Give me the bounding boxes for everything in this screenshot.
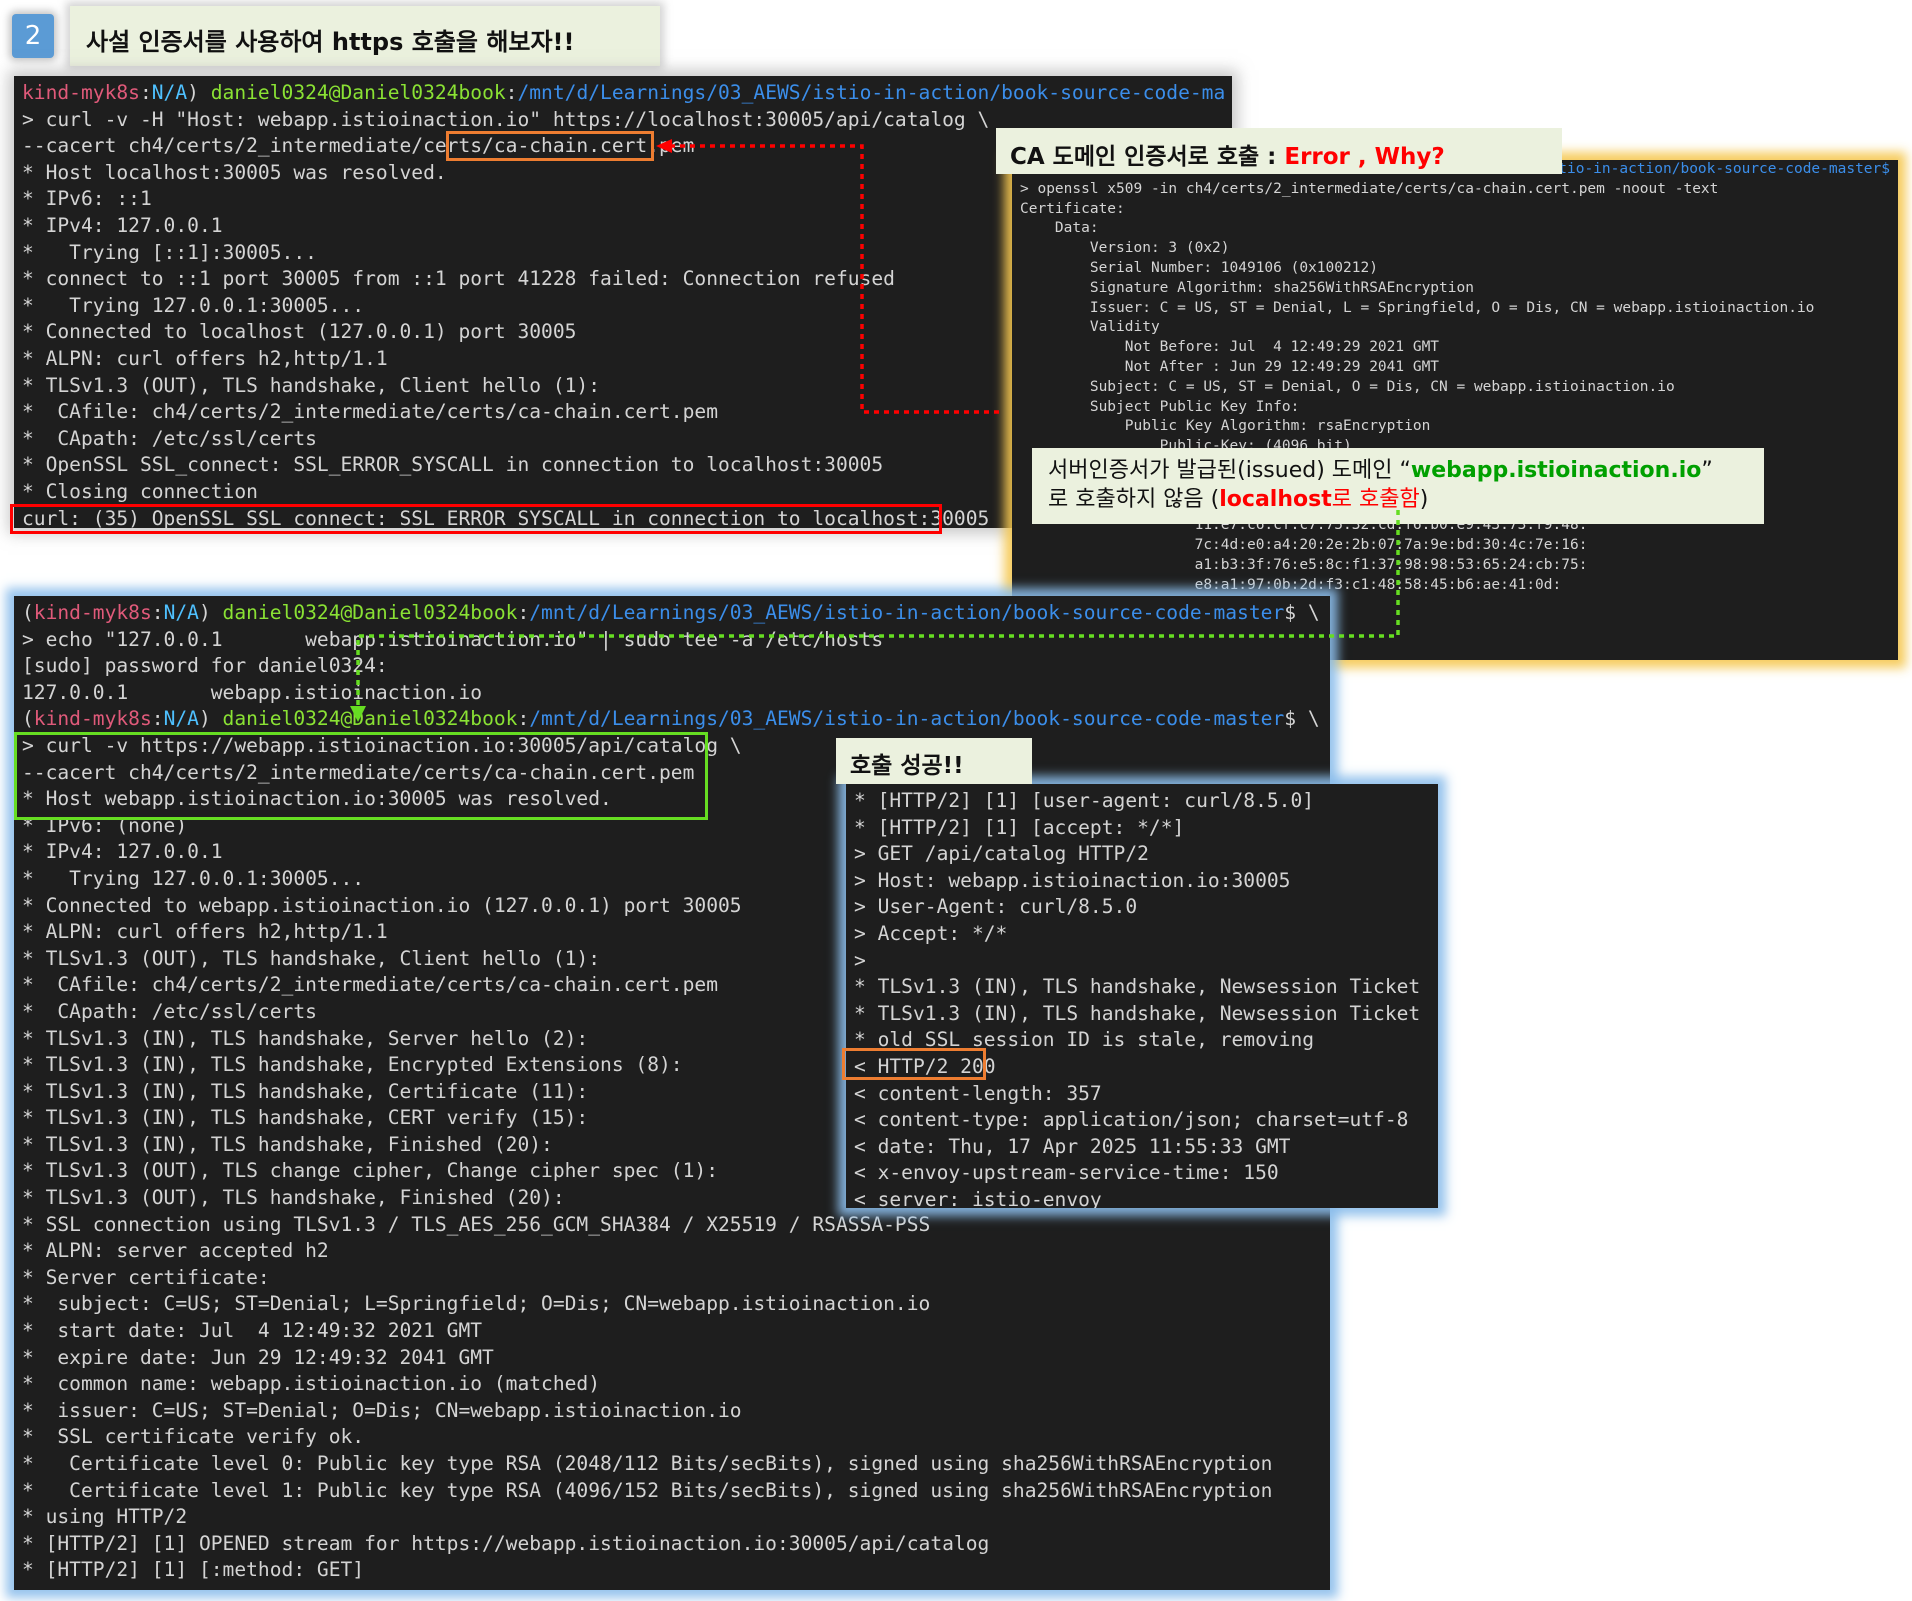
terminal-line: Serial Number: 1049106 (0x100212): [1020, 259, 1378, 276]
hosts-output: > echo "127.0.0.1 webapp.istioinaction.i…: [22, 627, 1322, 707]
terminal-line: < content-type: application/json; charse…: [854, 1108, 1409, 1132]
terminal-line: < content-length: 357: [854, 1081, 1102, 1105]
terminal-line: * ALPN: server accepted h2: [22, 1239, 329, 1263]
terminal-line: a1:b3:3f:76:e5:8c:f1:37:98:98:53:65:24:c…: [1020, 556, 1588, 573]
terminal-line: > Host: webapp.istioinaction.io:30005: [854, 868, 1291, 892]
terminal-line: * [HTTP/2] [1] [user-agent: curl/8.5.0]: [854, 789, 1315, 812]
terminal-line: * using HTTP/2: [22, 1505, 188, 1529]
terminal-line: * expire date: Jun 29 12:49:32 2041 GMT: [22, 1345, 494, 1369]
shell-prompt: (kind-myk8s:N/A) daniel0324@Daniel0324bo…: [22, 707, 1320, 731]
terminal-line: < date: Thu, 17 Apr 2025 11:55:33 GMT: [854, 1134, 1291, 1158]
shell-prompt: kind-myk8s:N/A) daniel0324@Daniel0324boo…: [22, 81, 1224, 104]
terminal-line: Not After : Jun 29 12:49:29 2041 GMT: [1020, 358, 1440, 375]
terminal-line: Validity: [1020, 319, 1160, 336]
terminal-line: > Accept: */*: [854, 921, 1008, 945]
terminal-line: < x-envoy-upstream-service-time: 150: [854, 1161, 1279, 1185]
terminal-line: * SSL certificate verify ok.: [22, 1425, 365, 1449]
terminal-line: > echo "127.0.0.1 webapp.istioinaction.i…: [22, 627, 884, 651]
terminal-line: < server: istio-envoy: [854, 1187, 1102, 1208]
terminal-line: * common name: webapp.istioinaction.io (…: [22, 1372, 601, 1396]
terminal-line: * Certificate level 0: Public key type R…: [22, 1452, 1273, 1475]
terminal-line: 127.0.0.1 webapp.istioinaction.io: [22, 680, 483, 704]
terminal-line: Version: 3 (0x2): [1020, 240, 1230, 257]
callout-success: 호출 성공!!: [836, 738, 1032, 784]
terminal-line: * Server certificate:: [22, 1265, 270, 1289]
terminal-line: * Certificate level 1: Public key type R…: [22, 1478, 1273, 1502]
terminal-line: * [HTTP/2] [1] OPENED stream for https:/…: [22, 1531, 990, 1555]
terminal-line: * [HTTP/2] [1] [accept: */*]: [854, 815, 1185, 839]
terminal-line: e8:a1:97:0b:2d:f3:c1:48:58:45:b6:ae:41:0…: [1020, 576, 1562, 593]
terminal-http-response[interactable]: * [HTTP/2] [1] [user-agent: curl/8.5.0] *…: [846, 784, 1438, 1208]
terminal-line: Issuer: C = US, ST = Denial, L = Springf…: [1020, 299, 1815, 316]
terminal-line: > User-Agent: curl/8.5.0: [854, 895, 1138, 919]
response-output: * [HTTP/2] [1] [user-agent: curl/8.5.0] *…: [854, 788, 1430, 1208]
highlight-curl-error: [10, 504, 942, 534]
terminal-line: > GET /api/catalog HTTP/2: [854, 842, 1149, 866]
terminal-line: Certificate:: [1020, 200, 1125, 217]
terminal-line: 7c:4d:e0:a4:20:2e:2b:07:7a:9e:bd:30:4c:7…: [1020, 537, 1588, 554]
terminal-line: Not Before: Jul 4 12:49:29 2021 GMT: [1020, 339, 1440, 356]
terminal-line: * start date: Jul 4 12:49:32 2021 GMT: [22, 1319, 483, 1343]
terminal-line: * issuer: C=US; ST=Denial; O=Dis; CN=web…: [22, 1398, 742, 1422]
terminal-line: > openssl x509 -in ch4/certs/2_intermedi…: [1020, 180, 1719, 197]
terminal-line: Signature Algorithm: sha256WithRSAEncryp…: [1020, 279, 1474, 296]
page-title: 사설 인증서를 사용하여 https 호출을 해보자!!: [70, 6, 660, 66]
terminal-line: * SSL connection using TLSv1.3 / TLS_AES…: [22, 1212, 931, 1236]
highlight-curl-webapp: [14, 732, 708, 820]
terminal-line: * subject: C=US; ST=Denial; L=Springfiel…: [22, 1292, 931, 1316]
step-number-badge: 2: [12, 14, 54, 58]
terminal-line: Subject: C = US, ST = Denial, O = Dis, C…: [1020, 378, 1675, 395]
terminal-line: [sudo] password for daniel0324:: [22, 654, 388, 678]
callout-server-domain: 서버인증서가 발급된(issued) 도메인 “webapp.istioinac…: [1032, 448, 1764, 524]
terminal-openssl-cert[interactable]: stio-in-action/book-source-code-master$ …: [1012, 160, 1898, 660]
terminal-line: Subject Public Key Info:: [1020, 398, 1300, 415]
terminal-line: * [HTTP/2] [1] [:method: GET]: [22, 1558, 365, 1582]
callout-ca-error: CA 도메인 인증서로 호출 : Error , Why?: [996, 128, 1562, 174]
terminal-line: Data:: [1020, 220, 1099, 237]
terminal-line: * TLSv1.3 (IN), TLS handshake, Newsessio…: [854, 1001, 1430, 1025]
highlight-ca-chain: [446, 131, 654, 161]
cert-output: > openssl x509 -in ch4/certs/2_intermedi…: [1020, 180, 1890, 596]
highlight-http-200: [842, 1048, 986, 1080]
terminal-line: >: [854, 948, 866, 972]
terminal-line: * TLSv1.3 (IN), TLS handshake, Newsessio…: [854, 975, 1430, 999]
shell-prompt: (kind-myk8s:N/A) daniel0324@Daniel0324bo…: [22, 601, 1320, 624]
terminal-line: Public Key Algorithm: rsaEncryption: [1020, 418, 1431, 435]
